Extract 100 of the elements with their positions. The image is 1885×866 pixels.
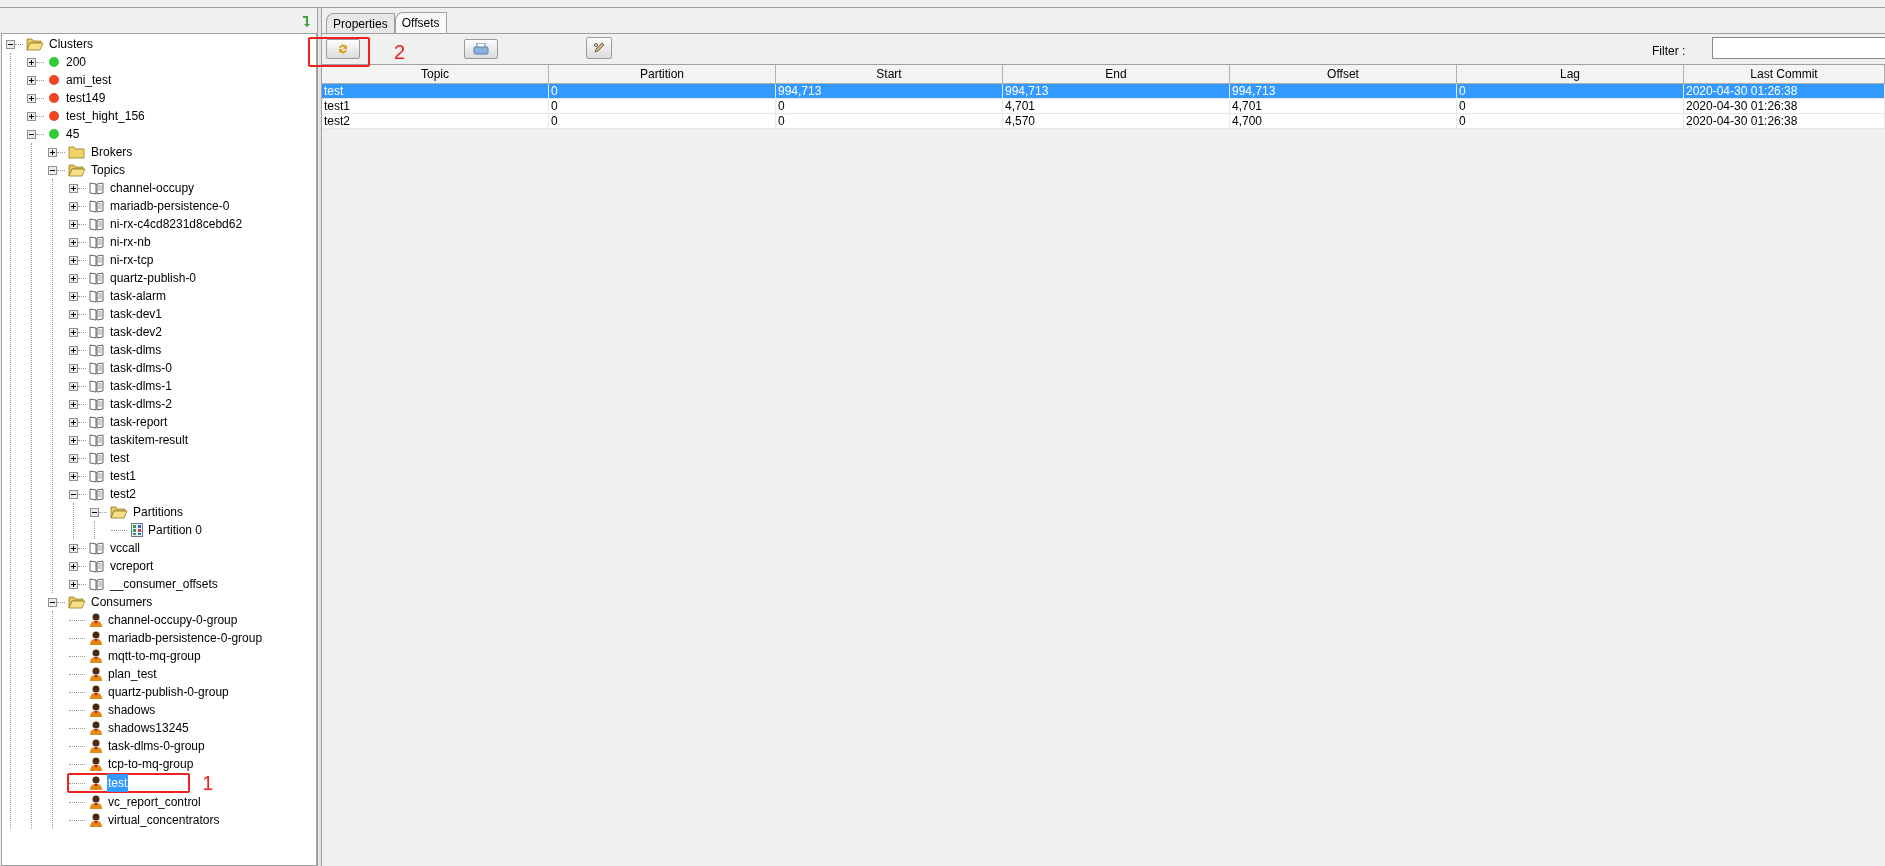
tree-item[interactable]: task-dev1 [109,305,164,323]
column-header[interactable]: Topic [322,65,549,84]
tree-item[interactable]: Partition 0 [147,521,204,539]
expand-toggle[interactable] [69,255,78,265]
open-folder-icon [110,505,128,519]
expand-toggle[interactable] [69,381,78,391]
tree-item[interactable]: task-dev2 [109,323,164,341]
tree-item[interactable]: Clusters [48,35,94,53]
collapse-toggle[interactable] [6,39,15,49]
tree-item[interactable]: mariadb-persistence-0 [109,197,231,215]
tree-item[interactable]: channel-occupy-0-group [107,611,239,629]
book-icon [89,577,105,591]
tree-item[interactable]: taskitem-result [109,431,190,449]
collapse-toggle[interactable] [48,165,57,175]
tree-item[interactable]: vcreport [109,557,155,575]
collapse-toggle[interactable] [27,129,36,139]
tree-item[interactable]: plan_test [107,665,158,683]
expand-toggle[interactable] [69,471,78,481]
tree-item[interactable]: channel-occupy [109,179,196,197]
tree-item[interactable]: shadows13245 [107,719,190,737]
collapse-toggle[interactable] [69,489,78,499]
tree-item[interactable]: task-dlms-1 [109,377,173,395]
tree-item[interactable]: ami_test [65,71,113,89]
tree-item[interactable]: quartz-publish-0-group [107,683,230,701]
edit-button[interactable] [586,37,612,59]
column-header[interactable]: Partition [549,65,776,84]
print-button[interactable] [464,39,498,59]
tree-item[interactable]: task-dlms-2 [109,395,173,413]
book-icon [89,379,105,393]
column-header[interactable]: Last Commit [1684,65,1885,84]
down-arrow-icon[interactable] [301,13,313,28]
tree-item[interactable]: shadows [107,701,157,719]
tree-item[interactable]: task-dlms-0-group [107,737,206,755]
tree-item[interactable]: test149 [65,89,107,107]
table-row[interactable]: test2 0 0 4,570 4,700 0 2020-04-30 01:26:38 [322,114,1885,129]
tree-item[interactable]: test_hight_156 [65,107,146,125]
tree-item[interactable]: vccall [109,539,141,557]
expand-toggle[interactable] [69,237,78,247]
expand-toggle[interactable] [69,273,78,283]
expand-toggle[interactable] [69,435,78,445]
expand-toggle[interactable] [48,147,57,157]
tree-item[interactable]: Partitions [132,503,185,521]
tree-item[interactable]: test [109,449,131,467]
tree-item[interactable]: task-dlms [109,341,163,359]
column-header[interactable]: Lag [1457,65,1684,84]
expand-toggle[interactable] [69,183,78,193]
tree-item[interactable]: task-dlms-0 [109,359,173,377]
expand-toggle[interactable] [69,399,78,409]
tree-item[interactable]: ni-rx-nb [109,233,152,251]
refresh-button[interactable] [326,39,360,59]
tree-item[interactable]: test2 [109,485,137,503]
tree-item[interactable]: Consumers [90,593,154,611]
tree-item[interactable]: ni-rx-tcp [109,251,155,269]
table-cell: 4,700 [1230,114,1457,129]
expand-toggle[interactable] [69,579,78,589]
expand-toggle[interactable] [27,57,36,67]
expand-toggle[interactable] [69,327,78,337]
expand-toggle[interactable] [69,219,78,229]
filter-field[interactable] [1712,37,1885,59]
expand-toggle[interactable] [69,345,78,355]
column-header[interactable]: Start [776,65,1003,84]
tree-item[interactable]: mqtt-to-mq-group [107,647,202,665]
tree-item[interactable]: tcp-to-mq-group [107,755,195,773]
tab[interactable]: Offsets [394,12,447,33]
tree-item[interactable]: virtual_concentrators [107,811,221,829]
tree-item[interactable]: task-report [109,413,169,431]
table-row[interactable]: test1 0 0 4,701 4,701 0 2020-04-30 01:26:38 [322,99,1885,114]
table-cell: 0 [549,114,776,129]
expand-toggle[interactable] [69,561,78,571]
expand-toggle[interactable] [27,93,36,103]
tab[interactable]: Properties [326,13,395,33]
tree-item[interactable]: test1 [109,467,137,485]
table-cell: 2020-04-30 01:26:38 [1684,114,1885,129]
expand-toggle[interactable] [69,291,78,301]
tree-item[interactable]: ni-rx-c4cd8231d8cebd62 [109,215,244,233]
column-header[interactable]: End [1003,65,1230,84]
person-icon [89,630,103,646]
annotation-number: 2 [394,42,406,62]
expand-toggle[interactable] [69,417,78,427]
expand-toggle[interactable] [69,543,78,553]
expand-toggle[interactable] [69,363,78,373]
collapse-toggle[interactable] [48,597,57,607]
annotation-box [308,37,370,67]
expand-toggle[interactable] [69,201,78,211]
expand-toggle[interactable] [69,309,78,319]
tree-item[interactable]: task-alarm [109,287,167,305]
tree-item[interactable]: mariadb-persistence-0-group [107,629,264,647]
expand-toggle[interactable] [27,75,36,85]
tree-item[interactable]: Brokers [90,143,134,161]
expand-toggle[interactable] [27,111,36,121]
expand-toggle[interactable] [69,453,78,463]
status-dot-icon [47,127,61,141]
tree-item[interactable]: Topics [90,161,126,179]
tree-item[interactable]: __consumer_offsets [109,575,219,593]
tree-item[interactable]: quartz-publish-0 [109,269,198,287]
tree-item[interactable]: vc_report_control [107,793,202,811]
collapse-toggle[interactable] [90,507,99,517]
tree-item[interactable]: 200 [65,53,88,71]
column-header[interactable]: Offset [1230,65,1457,84]
tree-item[interactable]: 45 [65,125,81,143]
